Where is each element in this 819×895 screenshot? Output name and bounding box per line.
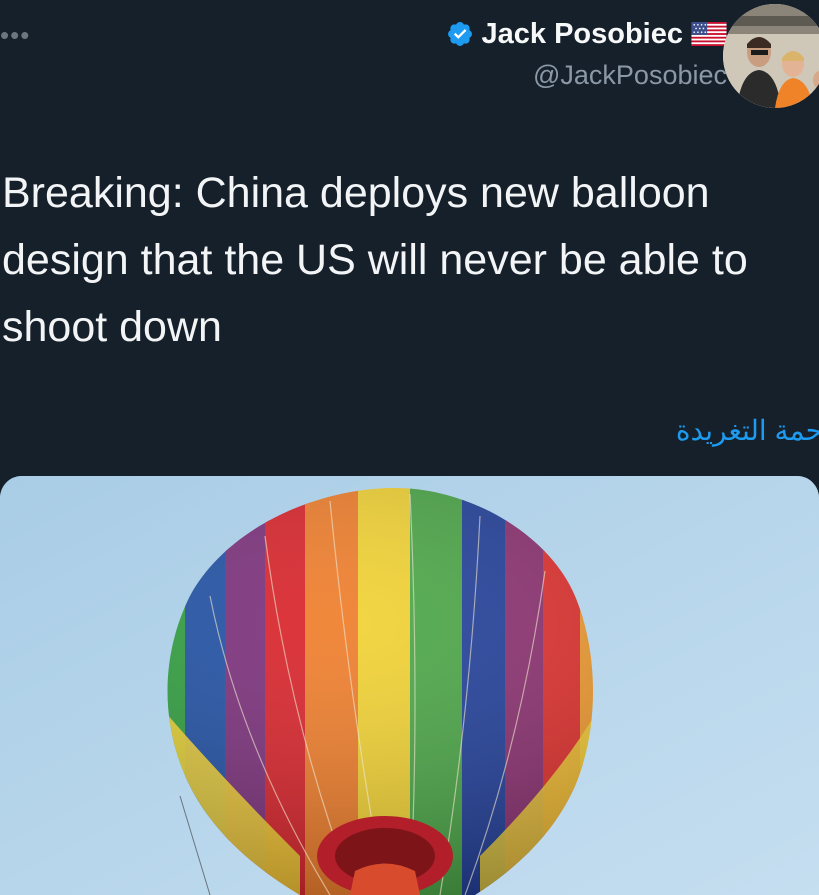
verified-badge-icon	[447, 22, 472, 46]
more-options-button[interactable]: •••	[0, 22, 30, 48]
author-name: Jack Posobiec	[481, 17, 684, 50]
hot-air-balloon-image	[0, 476, 819, 895]
avatar-photo	[723, 4, 819, 108]
translate-tweet-link[interactable]: حمة التغريدة	[676, 414, 819, 447]
more-dots-icon: •••	[0, 20, 31, 50]
avatar[interactable]	[723, 4, 819, 108]
author-handle: @JackPosobiec	[533, 60, 727, 90]
us-flag-icon	[691, 22, 727, 46]
tweet-author[interactable]: Jack Posobiec @JackPosobiec	[446, 14, 728, 91]
tweet-media[interactable]	[0, 476, 819, 895]
tweet-text: Breaking: China deploys new balloon desi…	[2, 169, 748, 351]
author-name-row: Jack Posobiec	[446, 14, 728, 54]
